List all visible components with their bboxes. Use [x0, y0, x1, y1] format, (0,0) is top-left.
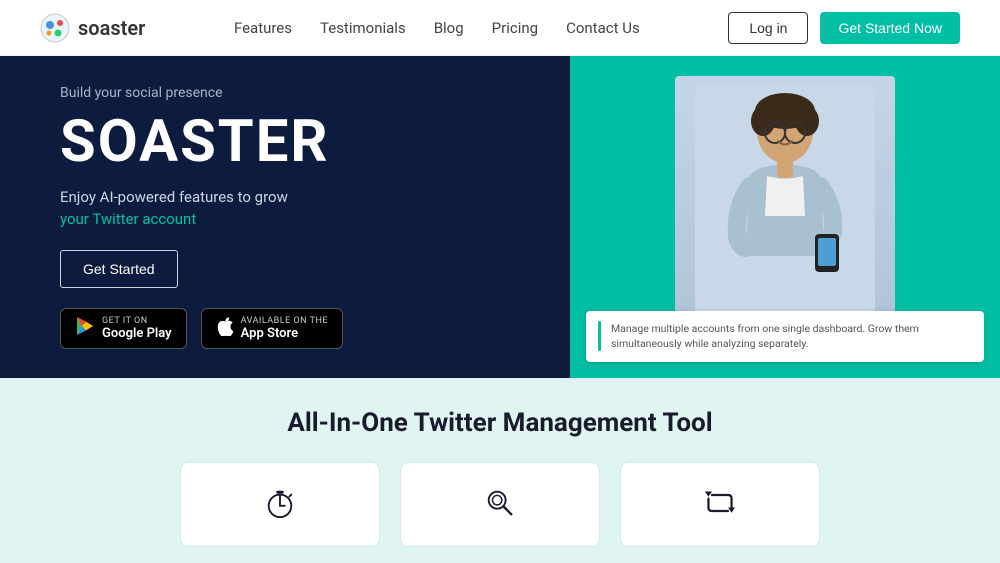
login-button[interactable]: Log in — [728, 12, 808, 44]
hero-left: Build your social presence SOASTER Enjoy… — [0, 56, 570, 378]
main-nav: Features Testimonials Blog Pricing Conta… — [234, 19, 640, 37]
hero-get-started-button[interactable]: Get Started — [60, 250, 178, 288]
google-play-button[interactable]: GET IT ON Google Play — [60, 308, 187, 349]
app-store-name: App Store — [241, 326, 328, 341]
hero-highlight: your Twitter account — [60, 210, 510, 228]
info-card-text: Manage multiple accounts from one single… — [611, 321, 972, 353]
apple-icon — [216, 316, 234, 341]
app-store-button[interactable]: Available on the App Store — [201, 308, 343, 349]
google-play-icon — [75, 316, 95, 341]
nav-blog[interactable]: Blog — [434, 19, 464, 37]
hero-section: Build your social presence SOASTER Enjoy… — [0, 56, 1000, 378]
nav-contact[interactable]: Contact Us — [566, 19, 640, 37]
hero-desc: Enjoy AI-powered features to grow — [60, 188, 510, 206]
stopwatch-icon — [264, 487, 296, 523]
logo[interactable]: soaster — [40, 13, 145, 43]
store-buttons: GET IT ON Google Play Available on the A… — [60, 308, 510, 349]
retweet-icon — [704, 487, 736, 523]
google-play-small: GET IT ON — [102, 316, 172, 326]
hero-right: Manage multiple accounts from one single… — [570, 56, 1000, 378]
feature-card-content — [400, 462, 600, 547]
nav-pricing[interactable]: Pricing — [492, 19, 538, 37]
google-play-text: GET IT ON Google Play — [102, 316, 172, 341]
logo-icon — [40, 13, 70, 43]
search-magnifier-icon — [484, 487, 516, 523]
app-store-small: Available on the — [241, 316, 328, 326]
header-buttons: Log in Get Started Now — [728, 12, 960, 44]
features-title: All-In-One Twitter Management Tool — [40, 408, 960, 438]
info-card: Manage multiple accounts from one single… — [586, 311, 984, 363]
google-play-name: Google Play — [102, 326, 172, 341]
get-started-nav-button[interactable]: Get Started Now — [820, 12, 960, 44]
feature-cards — [40, 462, 960, 547]
person-illustration — [695, 86, 875, 316]
feature-card-retweet — [620, 462, 820, 547]
nav-features[interactable]: Features — [234, 19, 292, 37]
nav-testimonials[interactable]: Testimonials — [320, 19, 406, 37]
info-card-bar — [598, 321, 601, 351]
hero-subtitle: Build your social presence — [60, 85, 510, 101]
app-store-text: Available on the App Store — [241, 316, 328, 341]
feature-card-utilization — [180, 462, 380, 547]
logo-text: soaster — [78, 16, 145, 40]
hero-title: SOASTER — [60, 111, 510, 175]
header: soaster Features Testimonials Blog Prici… — [0, 0, 1000, 56]
hero-image — [675, 76, 895, 326]
features-section: All-In-One Twitter Management Tool — [0, 378, 1000, 563]
person-figure — [675, 76, 895, 326]
